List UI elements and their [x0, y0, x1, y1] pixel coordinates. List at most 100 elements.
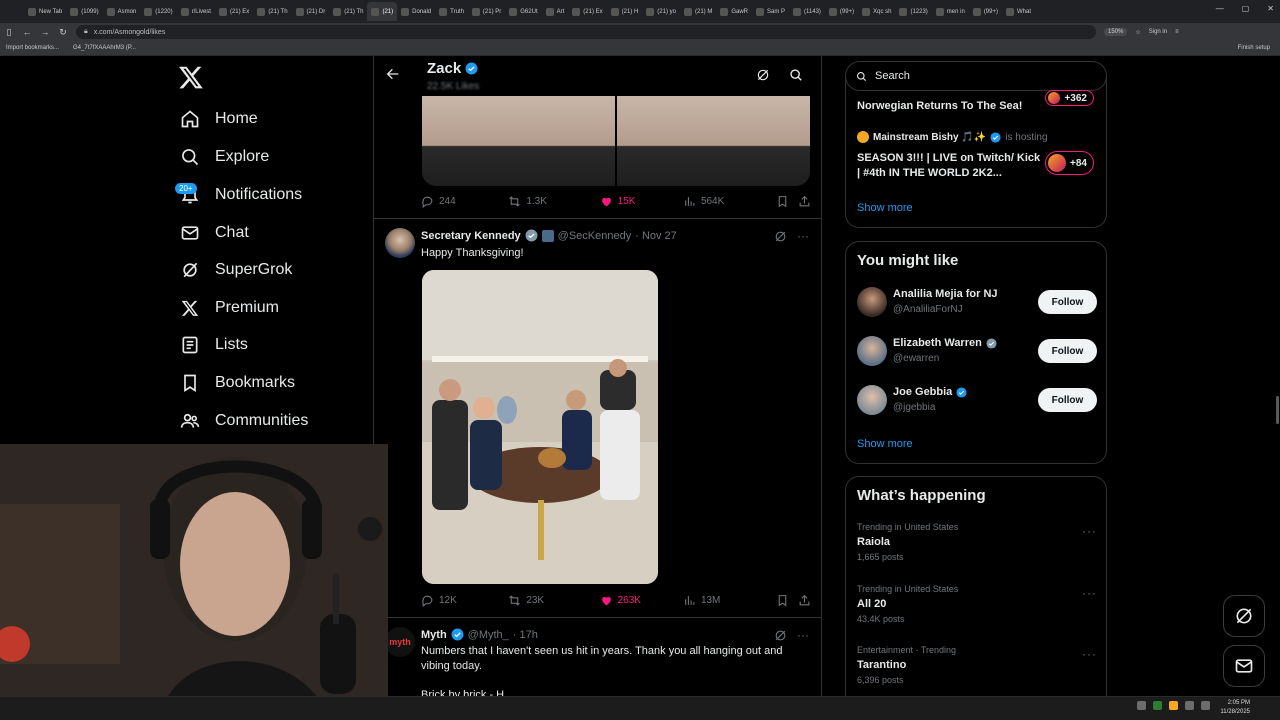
sign-in-button[interactable]: Sign in: [1149, 29, 1167, 35]
network-icon[interactable]: [1185, 701, 1194, 710]
browser-tab[interactable]: (21) Th: [253, 2, 291, 21]
browser-tab[interactable]: (21) Th: [329, 2, 367, 21]
browser-tab[interactable]: (99+): [969, 2, 1002, 21]
like-button[interactable]: 263K: [600, 594, 683, 607]
share-button[interactable]: [798, 594, 811, 607]
browser-tab[interactable]: (1223): [895, 2, 931, 21]
back-icon[interactable]: ←: [18, 27, 36, 37]
browser-tab[interactable]: (21) Ex: [568, 2, 606, 21]
tray-app-icon[interactable]: [1153, 701, 1162, 710]
browser-tab[interactable]: Xqc sh: [858, 2, 895, 21]
nav-bookmarks[interactable]: Bookmarks: [180, 368, 295, 398]
live-title[interactable]: SEASON 3!!! | LIVE on Twitch/ Kick | #4t…: [857, 151, 1042, 181]
trend-item[interactable]: Entertainment · Trending Tarantino 6,396…: [857, 645, 1097, 685]
nav-notifications[interactable]: 20+ Notifications: [175, 180, 302, 210]
browser-tab[interactable]: Asmon: [103, 2, 141, 21]
browser-tab[interactable]: New Tab: [24, 2, 66, 21]
tray-app-icon[interactable]: [1169, 701, 1178, 710]
nav-chat[interactable]: Chat: [180, 218, 249, 248]
minimize-button[interactable]: —: [1216, 4, 1224, 13]
nav-supergrok[interactable]: SuperGrok: [180, 255, 292, 285]
browser-tab[interactable]: What: [1002, 2, 1035, 21]
zoom-indicator[interactable]: 150%: [1104, 28, 1128, 36]
browser-tab[interactable]: (21) Dr: [292, 2, 330, 21]
trend-item[interactable]: Trending in United States Raiola 1,665 p…: [857, 522, 1097, 562]
browser-tab[interactable]: (21) H: [607, 2, 643, 21]
trend-item[interactable]: Trending in United States All 20 43.4K p…: [857, 584, 1097, 624]
follow-suggestion[interactable]: Elizabeth Warren @ewarren Follow: [857, 336, 1097, 370]
tweet2-photo[interactable]: [422, 270, 658, 584]
more-options-icon[interactable]: ···: [797, 229, 809, 243]
follow-suggestion[interactable]: Joe Gebbia @jgebbia Follow: [857, 385, 1097, 419]
back-arrow-icon[interactable]: [385, 66, 401, 87]
browser-tab[interactable]: (21): [367, 2, 398, 21]
author-name[interactable]: Secretary Kennedy: [421, 230, 521, 242]
avatar[interactable]: [857, 336, 887, 366]
nav-premium[interactable]: Premium: [180, 293, 279, 323]
show-more-link[interactable]: Show more: [857, 202, 913, 214]
browser-tab[interactable]: r/Livest: [177, 2, 215, 21]
nav-explore[interactable]: Explore: [180, 142, 269, 172]
reply-button[interactable]: 244: [421, 195, 508, 208]
repost-button[interactable]: 1.3K: [508, 195, 599, 208]
browser-tab[interactable]: (99+): [825, 2, 858, 21]
views-button[interactable]: 13M: [683, 594, 776, 607]
follow-button[interactable]: Follow: [1038, 388, 1097, 412]
url-field[interactable]: 🔒︎ x.com/Asmongold/likes: [76, 25, 1096, 39]
browser-tab[interactable]: Art: [542, 2, 569, 21]
tweet-date[interactable]: · 17h: [513, 629, 538, 641]
tweet1-photo[interactable]: [422, 96, 615, 186]
star-icon[interactable]: ☆: [1135, 29, 1140, 36]
more-options-icon[interactable]: ···: [1082, 524, 1097, 538]
reload-icon[interactable]: ↻: [54, 27, 72, 38]
messages-fab-button[interactable]: [1223, 645, 1265, 687]
grok-icon[interactable]: [774, 629, 787, 642]
browser-tab[interactable]: (1220): [140, 2, 176, 21]
avatar[interactable]: [385, 228, 415, 258]
author-name[interactable]: Myth: [421, 629, 447, 641]
x-logo-icon[interactable]: [178, 64, 204, 90]
browser-tab[interactable]: Truth: [435, 2, 468, 21]
forward-icon[interactable]: →: [36, 27, 54, 37]
sidebar-toggle-icon[interactable]: ▯: [0, 27, 18, 38]
browser-tab[interactable]: Sam P: [752, 2, 789, 21]
live-title[interactable]: Norwegian Returns To The Sea!: [857, 99, 1037, 114]
host-avatar[interactable]: [857, 131, 869, 143]
avatar[interactable]: myth: [385, 627, 415, 657]
maximize-button[interactable]: ▢: [1242, 4, 1250, 13]
search-icon[interactable]: [789, 68, 803, 87]
nav-communities[interactable]: Communities: [180, 406, 308, 436]
menu-icon[interactable]: ≡: [1175, 29, 1179, 35]
tray-chevron-icon[interactable]: [1137, 701, 1146, 710]
volume-icon[interactable]: [1201, 701, 1210, 710]
taskbar-clock[interactable]: 2:05 PM 11/28/2025: [1220, 699, 1250, 717]
tweet-date[interactable]: · Nov 27: [635, 230, 677, 242]
tweet1-photo[interactable]: [617, 96, 810, 186]
like-button[interactable]: 15K: [600, 195, 683, 208]
close-window-button[interactable]: ✕: [1267, 4, 1274, 13]
browser-tab[interactable]: (21) yo: [642, 2, 680, 21]
follow-button[interactable]: Follow: [1038, 290, 1097, 314]
author-handle[interactable]: @SecKennedy: [558, 230, 632, 242]
author-handle[interactable]: @Myth_: [468, 629, 509, 641]
more-options-icon[interactable]: ···: [1082, 586, 1097, 600]
scrollbar-thumb[interactable]: [1276, 396, 1279, 424]
nav-home[interactable]: Home: [180, 104, 258, 134]
bookmark-item[interactable]: G4_7t7fXAAAhrM3 (P...: [73, 45, 136, 51]
bookmark-button[interactable]: [776, 195, 798, 208]
follow-button[interactable]: Follow: [1038, 339, 1097, 363]
browser-tab[interactable]: Donald: [397, 2, 435, 21]
tweet1-media[interactable]: [422, 96, 810, 186]
grok-icon[interactable]: [756, 68, 770, 87]
browser-tab[interactable]: (1143): [789, 2, 825, 21]
browser-tab[interactable]: (21) Ex: [215, 2, 253, 21]
bookmark-button[interactable]: [776, 594, 798, 607]
reply-button[interactable]: 12K: [421, 594, 508, 607]
repost-button[interactable]: 23K: [508, 594, 599, 607]
browser-tab[interactable]: (1099): [66, 2, 102, 21]
show-more-link[interactable]: Show more: [857, 438, 913, 450]
browser-tab[interactable]: (21) M: [680, 2, 716, 21]
share-button[interactable]: [798, 195, 811, 208]
bookmark-import[interactable]: Import bookmarks...: [6, 45, 59, 51]
avatar[interactable]: [857, 287, 887, 317]
